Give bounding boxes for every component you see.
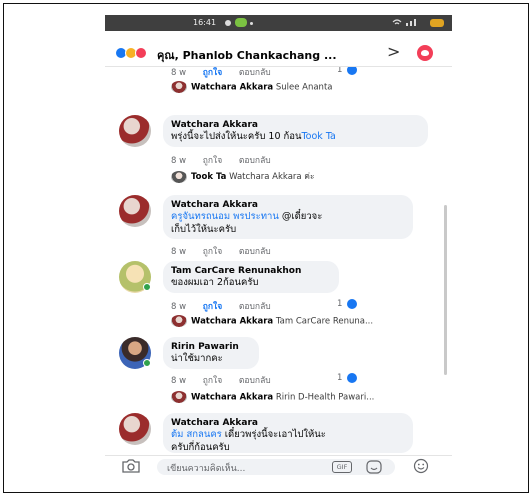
- comment-feed[interactable]: 8 w ถูกใจ ตอบกลับ 1 Watchara Akkara Sule…: [105, 67, 452, 455]
- like-button[interactable]: ถูกใจ: [203, 302, 222, 312]
- comment-actions: 8 w ถูกใจ ตอบกลับ: [171, 373, 285, 387]
- wifi-signal-icon: [392, 19, 416, 26]
- emoji-icon[interactable]: [413, 458, 429, 474]
- reply-button[interactable]: ตอบกลับ: [239, 302, 271, 312]
- more-notifications-icon: [250, 22, 253, 25]
- notification-dot-icon: [225, 20, 231, 26]
- reply-button[interactable]: ตอบกลับ: [239, 156, 271, 166]
- like-button[interactable]: ถูกใจ: [203, 156, 222, 166]
- reply-preview[interactable]: Watchara Akkara Ririn D-Health Pawari...: [171, 391, 374, 403]
- comment-bubble[interactable]: Ririn Pawarin น่าใช้มากคะ: [163, 337, 259, 369]
- like-thumb-icon: [347, 67, 357, 75]
- comment-placeholder: เขียนความคิดเห็น...: [167, 464, 246, 474]
- reply-author: Watchara Akkara: [191, 392, 274, 403]
- comment-bubble[interactable]: Tam CarCare Renunakhon ของผมเอา 2ก้อนครั…: [163, 261, 339, 293]
- comment-time: 8 w: [171, 68, 187, 78]
- reply-button[interactable]: ตอบกลับ: [239, 247, 271, 257]
- like-thumb-icon: [347, 299, 357, 309]
- reply-author: Watchara Akkara: [191, 316, 274, 327]
- comment-text: ต้ม สกลนคร เดี๋ยวพรุ่งนี้จะเอาไปให้นะ: [171, 429, 326, 440]
- avatar: [171, 315, 187, 327]
- status-bar: 16:41: [105, 15, 452, 31]
- comment-actions: 8 w ถูกใจ ตอบกลับ: [171, 244, 285, 258]
- comment-text: พรุ่งนี้จะไปส่งให้นะครับ 10 ก้อนTook Ta: [171, 131, 336, 142]
- reaction-summary[interactable]: [115, 47, 155, 59]
- avatar[interactable]: [119, 115, 151, 147]
- reactors-title[interactable]: คุณ, Phanlob Chankachang ...: [157, 46, 337, 64]
- comment-bubble[interactable]: Watchara Akkara ต้ม สกลนคร เดี๋ยวพรุ่งนี…: [163, 413, 413, 453]
- screenshot-frame: 16:41 คุณ, Phanlob Chankachang ... > 8 w…: [3, 3, 529, 493]
- avatar: [171, 170, 187, 183]
- like-count: 1: [337, 67, 343, 75]
- comment-input[interactable]: เขียนความคิดเห็น... GIF: [157, 459, 395, 475]
- signal-icons: [392, 18, 428, 29]
- comment-actions: 8 w ถูกใจ ตอบกลับ: [171, 153, 285, 167]
- comment-time: 8 w: [171, 156, 187, 166]
- like-button[interactable]: ถูกใจ: [203, 247, 222, 257]
- comment-text: ครูจันทรถนอม พรประทาน @เดี๋ยวจะ: [171, 211, 323, 222]
- comment-time: 8 w: [171, 247, 187, 257]
- comment-author[interactable]: Watchara Akkara: [171, 200, 405, 210]
- comment-actions: 8 w ถูกใจ ตอบกลับ: [171, 67, 285, 79]
- like-thumb-icon: [347, 373, 357, 383]
- reply-preview[interactable]: Watchara Akkara Tam CarCare Renuna...: [171, 315, 373, 327]
- comment-text-line2: เก็บไว้ให้นะครับ: [171, 224, 237, 235]
- online-indicator-icon: [143, 283, 151, 291]
- comment-text: น่าใช้มากคะ: [171, 353, 223, 364]
- comments-header: คุณ, Phanlob Chankachang ... >: [105, 39, 452, 67]
- comment-text: ของผมเอา 2ก้อนครับ: [171, 277, 259, 288]
- chevron-right-icon[interactable]: >: [387, 42, 400, 61]
- reply-text: Watchara Akkara ค่ะ: [229, 172, 315, 182]
- reply-button[interactable]: ตอบกลับ: [239, 68, 271, 78]
- phone-screen: 16:41 คุณ, Phanlob Chankachang ... > 8 w…: [105, 15, 452, 477]
- comment-author[interactable]: Watchara Akkara: [171, 418, 405, 428]
- comment-time: 8 w: [171, 376, 187, 386]
- online-indicator-icon: [143, 359, 151, 367]
- reply-text: Tam CarCare Renuna...: [275, 316, 374, 327]
- comment-bubble[interactable]: Watchara Akkara ครูจันทรถนอม พรประทาน @เ…: [163, 195, 413, 239]
- reply-author: Took Ta: [191, 172, 227, 182]
- like-button[interactable]: ถูกใจ: [203, 68, 222, 78]
- camera-icon[interactable]: [121, 458, 141, 474]
- mention-link[interactable]: ครูจันทรถนอม พรประทาน: [171, 211, 279, 222]
- reply-button[interactable]: ตอบกลับ: [239, 376, 271, 386]
- avatar: [171, 81, 187, 93]
- comment-author[interactable]: Tam CarCare Renunakhon: [171, 266, 331, 276]
- comment-author[interactable]: Watchara Akkara: [171, 120, 420, 130]
- comment-time: 8 w: [171, 302, 187, 312]
- line-app-icon: [235, 18, 247, 27]
- comment-bubble[interactable]: Watchara Akkara พรุ่งนี้จะไปส่งให้นะครับ…: [163, 115, 428, 147]
- scrollbar[interactable]: [444, 205, 447, 375]
- reply-text: Ririn D-Health Pawari...: [275, 392, 375, 403]
- sticker-icon[interactable]: [365, 460, 383, 474]
- gif-icon[interactable]: GIF: [332, 461, 352, 473]
- reply-preview[interactable]: Took Ta Watchara Akkara ค่ะ: [171, 169, 315, 183]
- mention-link[interactable]: Took Ta: [301, 131, 335, 142]
- avatar[interactable]: [119, 413, 151, 445]
- like-count: 1: [337, 299, 343, 309]
- reply-preview[interactable]: Watchara Akkara Sulee Ananta: [171, 81, 333, 93]
- comment-author[interactable]: Ririn Pawarin: [171, 342, 251, 352]
- comment-text-line2: ครับกี่ก้อนครับ: [171, 442, 230, 453]
- love-reaction-icon: [135, 47, 147, 59]
- mention-link[interactable]: ต้ม สกลนคร: [171, 429, 222, 440]
- comment-composer: เขียนความคิดเห็น... GIF: [105, 455, 452, 477]
- like-button[interactable]: ถูกใจ: [203, 376, 222, 386]
- love-button-icon[interactable]: [417, 45, 433, 61]
- reply-author: Watchara Akkara: [191, 82, 274, 93]
- reply-text: Sulee Ananta: [275, 82, 333, 93]
- avatar[interactable]: [119, 195, 151, 227]
- comment-actions: 8 w ถูกใจ ตอบกลับ: [171, 299, 285, 313]
- status-time: 16:41: [193, 18, 217, 27]
- battery-icon: [430, 19, 444, 27]
- avatar: [171, 391, 187, 403]
- like-count: 1: [337, 373, 343, 383]
